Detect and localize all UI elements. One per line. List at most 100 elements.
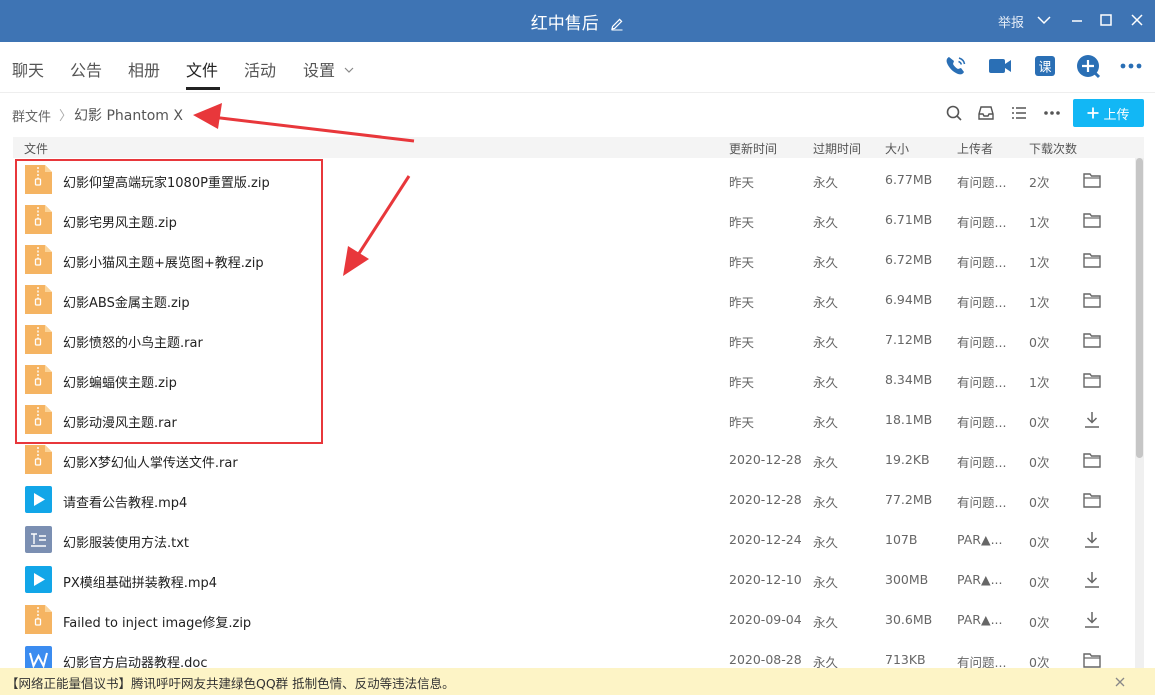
file-size: 107B xyxy=(885,532,918,547)
download-icon[interactable] xyxy=(1082,410,1102,430)
file-expiry: 永久 xyxy=(813,415,839,430)
file-uploader[interactable]: PAR▲... xyxy=(957,612,1003,627)
file-uploader[interactable]: PAR▲... xyxy=(957,572,1003,587)
video-file-icon xyxy=(24,565,53,594)
column-size[interactable]: 大小 xyxy=(885,140,909,157)
open-folder-icon[interactable] xyxy=(1082,170,1102,190)
add-icon[interactable] xyxy=(1074,52,1102,80)
file-download-count: 0次 xyxy=(1029,535,1050,550)
file-expiry: 永久 xyxy=(813,375,839,390)
upload-button-label: 上传 xyxy=(1103,107,1130,123)
word-file-icon xyxy=(24,645,53,670)
file-expiry: 永久 xyxy=(813,295,839,310)
file-name[interactable]: Failed to inject image修复.zip xyxy=(63,612,251,631)
open-folder-icon[interactable] xyxy=(1082,370,1102,390)
file-updated-time: 2020-12-28 xyxy=(729,452,802,467)
file-uploader[interactable]: 有问题... xyxy=(957,212,1006,231)
report-link[interactable]: 举报 xyxy=(998,12,1024,31)
open-folder-icon[interactable] xyxy=(1082,650,1102,670)
file-size: 30.6MB xyxy=(885,612,933,627)
notice-bar: 【网络正能量倡议书】腾讯呼吁网友共建绿色QQ群 抵制色情、反动等违法信息。 xyxy=(0,668,1155,695)
open-folder-icon[interactable] xyxy=(1082,250,1102,270)
file-expiry: 永久 xyxy=(813,175,839,190)
file-size: 6.71MB xyxy=(885,212,933,227)
file-uploader[interactable]: 有问题... xyxy=(957,492,1006,511)
tab-chat[interactable]: 聊天 xyxy=(12,57,44,81)
file-name[interactable]: PX模组基础拼装教程.mp4 xyxy=(63,572,217,591)
file-row[interactable]: 幻影X梦幻仙人掌传送文件.rar 2020-12-28 永久 19.2KB 有问题...… xyxy=(0,440,1134,480)
file-updated-time: 2020-08-28 xyxy=(729,652,802,667)
search-icon[interactable] xyxy=(944,103,964,123)
maximize-icon[interactable] xyxy=(1095,10,1117,30)
zip-file-icon xyxy=(24,605,53,634)
more-icon[interactable] xyxy=(1117,52,1145,80)
tab-announcements[interactable]: 公告 xyxy=(70,57,102,81)
close-icon[interactable] xyxy=(1112,674,1128,690)
download-icon[interactable] xyxy=(1082,570,1102,590)
file-size: 6.94MB xyxy=(885,292,933,307)
file-uploader[interactable]: 有问题... xyxy=(957,332,1006,351)
minimize-icon[interactable] xyxy=(1066,10,1088,30)
file-size: 77.2MB xyxy=(885,492,933,507)
file-uploader[interactable]: 有问题... xyxy=(957,372,1006,391)
tab-activities[interactable]: 活动 xyxy=(244,57,276,81)
notice-text[interactable]: 【网络正能量倡议书】腾讯呼吁网友共建绿色QQ群 抵制色情、反动等违法信息。 xyxy=(6,673,455,692)
window-title: 红中售后 xyxy=(0,9,1155,34)
column-file[interactable]: 文件 xyxy=(24,140,48,157)
open-folder-icon[interactable] xyxy=(1082,490,1102,510)
column-updated[interactable]: 更新时间 xyxy=(729,140,777,157)
file-download-count: 0次 xyxy=(1029,415,1050,430)
open-folder-icon[interactable] xyxy=(1082,330,1102,350)
file-row[interactable]: Failed to inject image修复.zip 2020-09-04 永久… xyxy=(0,600,1134,640)
list-view-icon[interactable] xyxy=(1009,103,1029,123)
file-expiry: 永久 xyxy=(813,575,839,590)
more-options-icon[interactable] xyxy=(1042,103,1062,123)
close-icon[interactable] xyxy=(1126,10,1148,30)
inbox-icon[interactable] xyxy=(976,103,996,123)
file-row[interactable]: 幻影官方启动器教程.doc 2020-08-28 永久 713KB 有问题... 0次 xyxy=(0,640,1134,670)
download-icon[interactable] xyxy=(1082,610,1102,630)
file-updated-time: 2020-12-24 xyxy=(729,532,802,547)
chevron-down-icon[interactable] xyxy=(1033,10,1055,30)
open-folder-icon[interactable] xyxy=(1082,290,1102,310)
upload-button[interactable]: 上传 xyxy=(1073,99,1144,127)
qq-group-files-window: 红中售后 举报 聊天 公告 相册 文件 活动 设置 课 群文件 〉 幻影 Pha… xyxy=(0,0,1155,695)
file-uploader[interactable]: 有问题... xyxy=(957,172,1006,191)
svg-text:课: 课 xyxy=(1038,61,1051,76)
phone-icon[interactable] xyxy=(942,52,970,80)
download-icon[interactable] xyxy=(1082,530,1102,550)
tab-settings[interactable]: 设置 xyxy=(303,57,355,81)
column-uploader[interactable]: 上传者 xyxy=(957,140,993,157)
class-icon[interactable]: 课 xyxy=(1031,52,1059,80)
breadcrumb-root[interactable]: 群文件 xyxy=(12,106,51,125)
file-name[interactable]: 幻影服装使用方法.txt xyxy=(63,532,189,551)
file-size: 18.1MB xyxy=(885,412,933,427)
text-file-icon xyxy=(24,525,53,554)
file-uploader[interactable]: 有问题... xyxy=(957,252,1006,271)
file-uploader[interactable]: 有问题... xyxy=(957,412,1006,431)
open-folder-icon[interactable] xyxy=(1082,210,1102,230)
file-row[interactable]: 请查看公告教程.mp4 2020-12-28 永久 77.2MB 有问题... 0次 xyxy=(0,480,1134,520)
scrollbar-thumb[interactable] xyxy=(1136,158,1143,458)
file-name[interactable]: 请查看公告教程.mp4 xyxy=(63,492,187,511)
file-updated-time: 昨天 xyxy=(729,335,755,350)
tab-album[interactable]: 相册 xyxy=(128,57,160,81)
edit-icon[interactable] xyxy=(610,17,624,31)
file-name[interactable]: 幻影X梦幻仙人掌传送文件.rar xyxy=(63,452,238,471)
file-uploader[interactable]: 有问题... xyxy=(957,292,1006,311)
file-uploader[interactable]: 有问题... xyxy=(957,452,1006,471)
open-folder-icon[interactable] xyxy=(1082,450,1102,470)
column-downloads[interactable]: 下载次数 xyxy=(1029,140,1077,157)
file-uploader[interactable]: PAR▲... xyxy=(957,532,1003,547)
file-row[interactable]: 幻影服装使用方法.txt 2020-12-24 永久 107B PAR▲... 0次 xyxy=(0,520,1134,560)
file-row[interactable]: PX模组基础拼装教程.mp4 2020-12-10 永久 300MB PAR▲... 0次 xyxy=(0,560,1134,600)
file-size: 19.2KB xyxy=(885,452,930,467)
plus-icon xyxy=(1087,107,1099,119)
tab-files[interactable]: 文件 xyxy=(186,57,218,81)
scrollbar[interactable] xyxy=(1135,158,1144,670)
video-icon[interactable] xyxy=(986,52,1014,80)
file-size: 6.77MB xyxy=(885,172,933,187)
column-expires[interactable]: 过期时间 xyxy=(813,140,861,157)
tab-settings-label: 设置 xyxy=(303,61,336,80)
chevron-down-icon xyxy=(344,67,354,73)
